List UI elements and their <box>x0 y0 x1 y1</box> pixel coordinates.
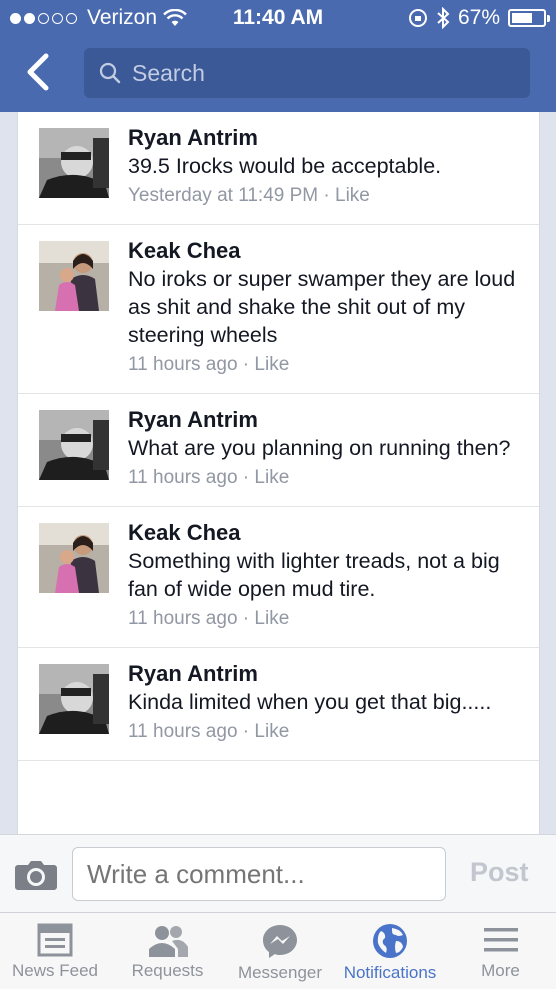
search-icon <box>99 62 121 84</box>
comment-time: 11 hours ago <box>128 467 238 488</box>
avatar[interactable] <box>39 523 109 593</box>
comment-composer: Post <box>0 834 556 912</box>
search-placeholder: Search <box>132 59 205 86</box>
comment-item: Keak Chea No iroks or super swamper they… <box>18 225 539 394</box>
tab-label: Notifications <box>343 963 437 982</box>
tab-notifications[interactable]: Notifications <box>335 913 445 989</box>
menu-icon <box>483 928 518 952</box>
search-input[interactable]: Search <box>84 48 530 98</box>
tab-label: Messenger <box>237 963 323 982</box>
comment-list[interactable]: Ryan Antrim 39.5 Irocks would be accepta… <box>17 112 540 834</box>
avatar[interactable] <box>39 241 109 311</box>
rotation-lock-icon <box>408 9 427 27</box>
comment-item: Ryan Antrim Kinda limited when you get t… <box>18 648 539 761</box>
comment-item: Keak Chea Something with lighter treads,… <box>18 507 539 648</box>
avatar[interactable] <box>39 128 109 198</box>
comment-text: 39.5 Irocks would be acceptable. <box>128 154 442 178</box>
news-feed-icon <box>37 923 73 957</box>
tab-news-feed[interactable]: News Feed <box>0 913 110 989</box>
comment-meta: 11 hours ago · Like <box>128 721 290 742</box>
tab-more[interactable]: More <box>445 913 556 989</box>
comment-meta: 11 hours ago · Like <box>128 608 290 629</box>
like-link[interactable]: Like <box>254 354 289 375</box>
comment-text: What are you planning on running then? <box>128 436 511 460</box>
comment-author[interactable]: Ryan Antrim <box>128 406 539 434</box>
bluetooth-icon <box>437 7 450 29</box>
like-link[interactable]: Like <box>335 185 370 206</box>
comment-meta: 11 hours ago · Like <box>128 354 290 375</box>
messenger-icon <box>263 925 297 958</box>
tab-messenger[interactable]: Messenger <box>225 913 335 989</box>
top-header: Verizon 11:40 AM 67% Search <box>0 0 556 112</box>
comment-item: Ryan Antrim What are you planning on run… <box>18 394 539 507</box>
like-link[interactable]: Like <box>254 467 289 488</box>
comment-author[interactable]: Ryan Antrim <box>128 660 539 688</box>
comment-text: Something with lighter treads, not a big… <box>128 549 500 601</box>
tab-label: Requests <box>131 961 204 980</box>
comment-meta: Yesterday at 11:49 PM · Like <box>128 185 370 206</box>
battery-percent: 67% <box>457 6 500 29</box>
avatar[interactable] <box>39 410 109 480</box>
comment-time: Yesterday at 11:49 PM <box>128 185 319 206</box>
tab-bar: News Feed Requests Messenger Notificatio… <box>0 912 556 989</box>
camera-icon[interactable] <box>14 859 58 891</box>
comment-text: No iroks or super swamper they are loud … <box>128 267 516 347</box>
status-right: 67% <box>408 6 550 30</box>
comment-meta: 11 hours ago · Like <box>128 467 290 488</box>
friend-requests-icon <box>148 926 188 957</box>
comment-author[interactable]: Keak Chea <box>128 519 539 547</box>
battery-icon <box>508 9 550 27</box>
tab-label: More <box>481 961 520 980</box>
comment-input[interactable] <box>72 847 446 901</box>
comment-item: Ryan Antrim 39.5 Irocks would be accepta… <box>18 112 539 225</box>
comment-author[interactable]: Keak Chea <box>128 237 539 265</box>
post-button[interactable]: Post <box>470 857 529 888</box>
comment-text: Kinda limited when you get that big..... <box>128 690 492 714</box>
tab-label: News Feed <box>12 961 98 980</box>
comment-author[interactable]: Ryan Antrim <box>128 124 539 152</box>
like-link[interactable]: Like <box>254 721 289 742</box>
back-chevron-icon[interactable] <box>24 52 54 92</box>
comment-time: 11 hours ago <box>128 721 238 742</box>
avatar[interactable] <box>39 664 109 734</box>
comment-time: 11 hours ago <box>128 354 238 375</box>
tab-requests[interactable]: Requests <box>110 913 225 989</box>
like-link[interactable]: Like <box>254 608 289 629</box>
status-bar: Verizon 11:40 AM 67% <box>0 0 556 36</box>
comment-time: 11 hours ago <box>128 608 238 629</box>
globe-icon <box>373 924 407 958</box>
